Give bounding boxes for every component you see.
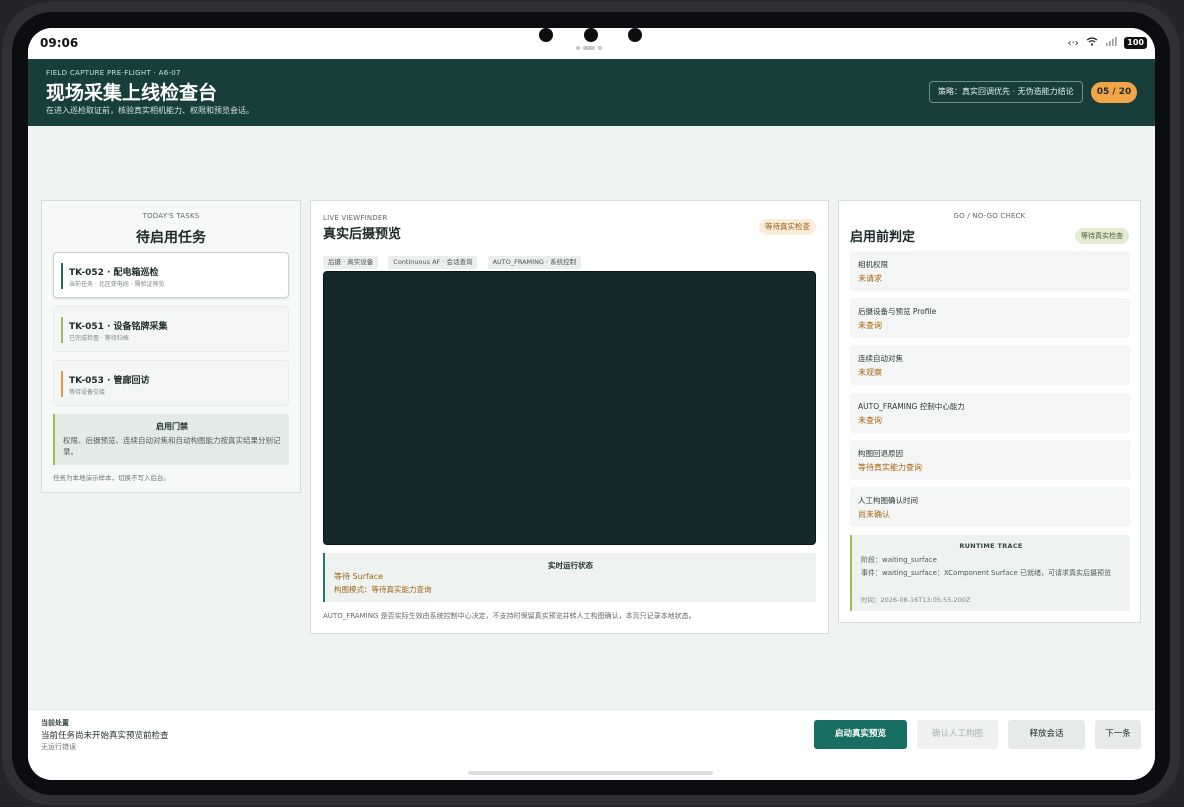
runtime-trace: RUNTIME TRACE 阶段：waiting_surface 事件：wait… xyxy=(850,535,1130,611)
link-icon: ‹·› xyxy=(1067,37,1079,49)
tasks-title: 待启用任务 xyxy=(136,230,206,246)
wifi-icon xyxy=(1086,37,1098,49)
task-accent-bar xyxy=(61,317,63,343)
task-item-tk-053[interactable]: TK-053 · 管廊回访 等待设备交接 xyxy=(53,360,289,406)
disposition-status: 当前任务尚未开始真实预览前检查 xyxy=(41,731,169,741)
tasks-note: 任务为本地演示样本，切换不写入后台。 xyxy=(53,474,170,482)
task-accent-bar xyxy=(61,263,63,289)
gate-callout: 启用门禁 权限、后摄预览、连续自动对焦和自动构图能力按真实结果分别记录。 xyxy=(53,414,289,465)
tag-rear-camera: 后摄 · 真实设备 xyxy=(323,256,379,269)
viewfinder-status-badge: 等待真实检查 xyxy=(759,219,816,235)
check-value: 尚未确认 xyxy=(858,510,890,519)
check-label: 构图回退原因 xyxy=(858,449,903,458)
tasks-eyebrow: TODAY'S TASKS xyxy=(142,212,200,220)
check-status-badge: 等待真实检查 xyxy=(1075,228,1129,244)
signal-icon xyxy=(1105,37,1117,49)
check-item-camera-permission: 相机权限 未请求 xyxy=(850,251,1130,291)
capability-tags: 后摄 · 真实设备 Continuous AF · 会话查询 AUTO_FRAM… xyxy=(323,249,586,269)
task-item-tk-052[interactable]: TK-052 · 配电箱巡检 当前任务 · 北区变电间 · 需验证预览 xyxy=(53,252,289,298)
check-value: 未请求 xyxy=(858,274,882,283)
trace-title: RUNTIME TRACE xyxy=(959,542,1023,550)
tasks-panel: TODAY'S TASKS 待启用任务 TK-052 · 配电箱巡检 当前任务 … xyxy=(41,200,301,493)
check-label: AUTO_FRAMING 控制中心能力 xyxy=(858,402,965,411)
tag-auto-framing: AUTO_FRAMING · 系统控制 xyxy=(487,256,582,269)
viewfinder-footnote: AUTO_FRAMING 是否实际生效由系统控制中心决定，不支持时保留真实预览并… xyxy=(323,612,696,620)
action-footer: 当前处置 当前任务尚未开始真实预览前检查 无运行错误 启动真实预览 确认人工构图… xyxy=(28,709,1155,780)
next-task-button[interactable]: 下一条 xyxy=(1095,720,1141,749)
header-eyebrow: FIELD CAPTURE PRE-FLIGHT · A6-07 xyxy=(46,69,181,77)
app-screen: 09:06 ‹·› 100 FIELD CAPTURE PRE-FLIGHT ·… xyxy=(28,28,1155,780)
task-title: TK-053 · 管廊回访 xyxy=(69,376,150,386)
check-item-manual-confirm-time: 人工构图确认时间 尚未确认 xyxy=(850,487,1130,527)
check-eyebrow: GO / NO-GO CHECK xyxy=(953,212,1026,220)
gate-text: 权限、后摄预览、连续自动对焦和自动构图能力按真实结果分别记录。 xyxy=(63,436,281,456)
trace-event: 事件：waiting_surface：XComponent Surface 已就… xyxy=(861,569,1111,577)
framing-mode-label: 构图模式： xyxy=(334,585,372,594)
runtime-error-status: 无运行错误 xyxy=(41,743,76,751)
check-title: 启用前判定 xyxy=(850,230,916,245)
check-label: 相机权限 xyxy=(858,260,888,269)
start-preview-button[interactable]: 启动真实预览 xyxy=(814,720,907,749)
page-title: 现场采集上线检查台 xyxy=(46,82,218,104)
home-indicator[interactable] xyxy=(468,771,713,775)
confirm-framing-button[interactable]: 确认人工构图 xyxy=(917,720,998,749)
camera-dot-icon xyxy=(539,28,553,42)
runtime-title: 实时运行状态 xyxy=(548,561,593,570)
check-label: 人工构图确认时间 xyxy=(858,496,918,505)
trace-stage: 阶段：waiting_surface xyxy=(861,556,937,564)
check-item-preview-profile: 后摄设备与预览 Profile 未查询 xyxy=(850,298,1130,338)
runtime-framing-mode: 构图模式：等待真实能力查询 xyxy=(334,584,432,595)
disposition-label: 当前处置 xyxy=(41,719,69,727)
battery-icon: 100 xyxy=(1124,37,1147,49)
task-subtitle: 当前任务 · 北区变电间 · 需验证预览 xyxy=(69,281,165,288)
runtime-status-callout: 实时运行状态 等待 Surface 构图模式：等待真实能力查询 xyxy=(323,553,816,602)
viewfinder-title: 真实后摄预览 xyxy=(323,227,402,242)
check-value: 等待真实能力查询 xyxy=(858,463,922,472)
camera-dot-icon xyxy=(628,28,642,42)
task-counter-badge: 05 / 20 xyxy=(1091,82,1137,103)
check-item-auto-framing: AUTO_FRAMING 控制中心能力 未查询 xyxy=(850,393,1130,433)
camera-dot-icon xyxy=(584,28,598,42)
check-value: 未查询 xyxy=(858,416,882,425)
status-bar: 09:06 ‹·› 100 xyxy=(28,28,1155,59)
trace-time: 时间：2026-08-16T13:05:55.200Z xyxy=(861,596,971,604)
status-time: 09:06 xyxy=(40,36,79,50)
page-subtitle: 在进入巡检取证前，核验真实相机能力、权限和预览会话。 xyxy=(46,106,254,115)
release-session-button[interactable]: 释放会话 xyxy=(1008,720,1085,749)
check-panel: GO / NO-GO CHECK 启用前判定 等待真实检查 相机权限 未请求 后… xyxy=(838,200,1141,623)
tag-continuous-af: Continuous AF · 会话查询 xyxy=(388,256,478,269)
status-icons: ‹·› 100 xyxy=(1064,37,1147,49)
check-item-continuous-af: 连续自动对焦 未观察 xyxy=(850,345,1130,385)
task-subtitle: 等待设备交接 xyxy=(69,389,106,396)
task-subtitle: 已完成检查 · 等待归档 xyxy=(69,335,129,342)
check-value: 未查询 xyxy=(858,321,882,330)
camera-preview-surface[interactable] xyxy=(323,271,816,545)
runtime-status: 等待 Surface xyxy=(334,572,384,581)
task-accent-bar xyxy=(61,371,63,397)
check-label: 连续自动对焦 xyxy=(858,354,903,363)
check-item-fallback-reason: 构图回退原因 等待真实能力查询 xyxy=(850,440,1130,480)
task-title: TK-051 · 设备铭牌采集 xyxy=(69,322,168,332)
viewfinder-panel: LIVE VIEWFINDER 真实后摄预览 等待真实检查 后摄 · 真实设备 … xyxy=(310,200,829,634)
framing-mode-value: 等待真实能力查询 xyxy=(371,585,432,594)
task-title: TK-052 · 配电箱巡检 xyxy=(69,268,159,278)
task-item-tk-051[interactable]: TK-051 · 设备铭牌采集 已完成检查 · 等待归档 xyxy=(53,306,289,352)
strategy-badge: 策略：真实回调优先 · 无伪造能力结论 xyxy=(929,81,1083,103)
gate-title: 启用门禁 xyxy=(156,422,188,431)
app-header: FIELD CAPTURE PRE-FLIGHT · A6-07 现场采集上线检… xyxy=(28,59,1155,126)
check-label: 后摄设备与预览 Profile xyxy=(858,307,937,316)
check-value: 未观察 xyxy=(858,368,882,377)
viewfinder-eyebrow: LIVE VIEWFINDER xyxy=(323,214,388,222)
